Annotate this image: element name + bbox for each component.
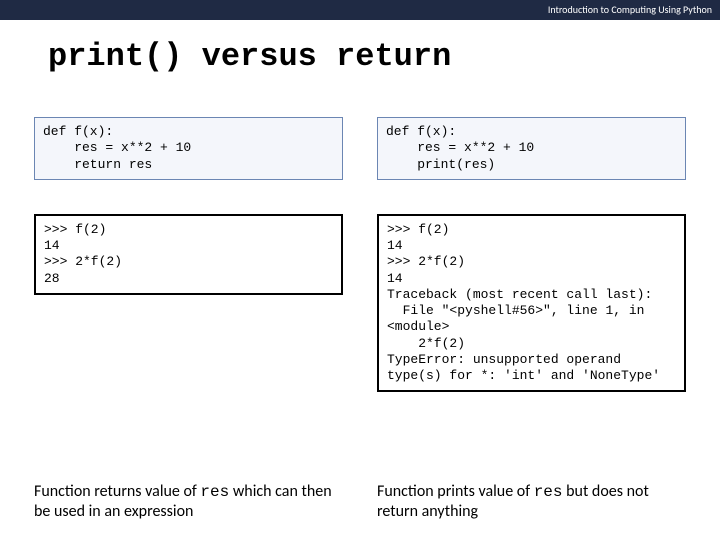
right-caption: Function prints value of res but does no…	[377, 482, 686, 522]
left-caption: Function returns value of res which can …	[34, 482, 343, 522]
right-caption-code: res	[534, 483, 563, 501]
left-shell-box: >>> f(2) 14 >>> 2*f(2) 28	[34, 214, 343, 295]
header-bar: Introduction to Computing Using Python	[0, 0, 720, 20]
slide-title: print() versus return	[0, 20, 720, 75]
right-shell-box: >>> f(2) 14 >>> 2*f(2) 14 Traceback (mos…	[377, 214, 686, 393]
right-column: def f(x): res = x**2 + 10 print(res) >>>…	[377, 117, 686, 392]
left-caption-code: res	[200, 483, 229, 501]
caption-row: Function returns value of res which can …	[34, 482, 686, 522]
left-caption-pre: Function returns value of	[34, 482, 200, 501]
content-columns: def f(x): res = x**2 + 10 return res >>>…	[0, 75, 720, 392]
right-caption-pre: Function prints value of	[377, 482, 534, 501]
right-code-box: def f(x): res = x**2 + 10 print(res)	[377, 117, 686, 180]
header-text: Introduction to Computing Using Python	[548, 3, 712, 16]
left-column: def f(x): res = x**2 + 10 return res >>>…	[34, 117, 343, 392]
left-code-box: def f(x): res = x**2 + 10 return res	[34, 117, 343, 180]
